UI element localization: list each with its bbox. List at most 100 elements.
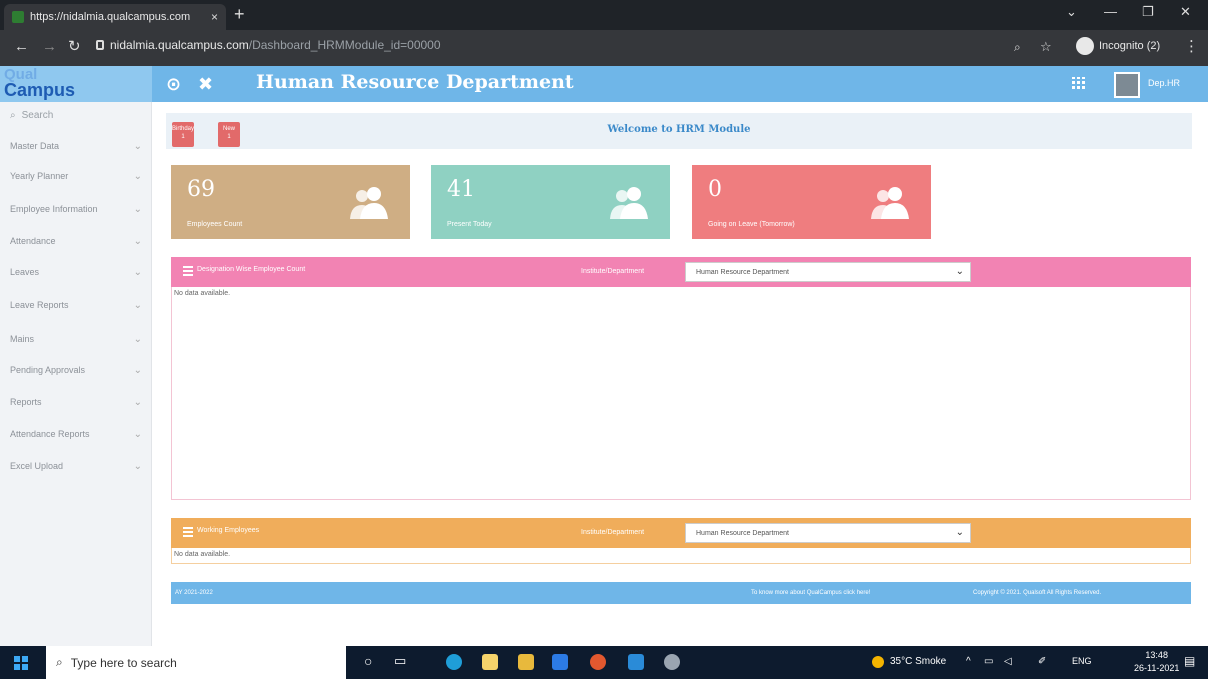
file-explorer-icon[interactable] xyxy=(518,654,534,670)
network-icon[interactable]: ▭ xyxy=(984,656,993,667)
windows-start-icon[interactable] xyxy=(14,656,28,670)
clock-date: 26-11-2021 xyxy=(1134,663,1180,673)
users-icon xyxy=(871,187,909,219)
chevron-down-icon: ⌄ xyxy=(955,266,964,277)
chevron-down-icon: ⌄ xyxy=(133,299,142,311)
browser-address-bar: ← → ↻ nidalmia.qualcampus.com/Dashboard_… xyxy=(0,30,1208,66)
toggle-menu-icon[interactable]: ⊙ xyxy=(166,74,181,94)
taskbar-search[interactable]: ⌕ Type here to search xyxy=(46,646,346,679)
forward-icon[interactable]: → xyxy=(42,39,57,55)
tab-close-icon[interactable]: × xyxy=(211,10,218,24)
search-icon: ⌕ xyxy=(10,110,16,121)
page-title: Human Resource Department xyxy=(256,71,574,93)
department-select[interactable]: Human Resource Department ⌄ xyxy=(685,523,971,543)
sidebar-item-leave-reports[interactable]: Leave Reports ⌄ xyxy=(0,295,152,315)
taskbar-search-input[interactable]: Type here to search xyxy=(71,656,177,670)
sidebar-item-pending-approvals[interactable]: Pending Approvals ⌄ xyxy=(0,360,152,380)
sidebar-item-master-data[interactable]: Master Data ⌄ xyxy=(0,136,152,156)
incognito-label: Incognito (2) xyxy=(1099,40,1161,52)
tab-search-chevron-icon[interactable]: ⌄ xyxy=(1066,4,1077,20)
incognito-icon xyxy=(1076,37,1094,55)
show-hidden-icon[interactable]: ^ xyxy=(966,656,971,667)
sidebar-item-label: Reports xyxy=(10,397,42,407)
chevron-down-icon: ⌄ xyxy=(133,460,142,472)
search-input[interactable]: Search xyxy=(22,110,54,121)
department-select-value: Human Resource Department xyxy=(696,269,789,276)
sidebar-item-mains[interactable]: Mains ⌄ xyxy=(0,329,152,349)
back-icon[interactable]: ← xyxy=(14,39,29,55)
settings-cross-icon[interactable]: ✖ xyxy=(198,74,213,94)
know-more-link[interactable]: To know more about QualCampus click here… xyxy=(751,590,870,596)
stat-value: 0 xyxy=(708,177,722,202)
sidebar-item-label: Attendance Reports xyxy=(10,429,90,439)
sidebar-item-reports[interactable]: Reports ⌄ xyxy=(0,392,152,412)
weather-icon[interactable] xyxy=(872,656,884,668)
new-tab-button[interactable]: + xyxy=(234,5,245,23)
department-select-value: Human Resource Department xyxy=(696,530,789,537)
panel-title: Designation Wise Employee Count xyxy=(197,266,306,273)
chevron-down-icon: ⌄ xyxy=(133,333,142,345)
logo-bottom-text: Campus xyxy=(4,80,76,100)
chevron-down-icon: ⌄ xyxy=(133,235,142,247)
stat-card-leave[interactable]: 0 Going on Leave (Tomorrow) xyxy=(692,165,931,239)
settings-app-icon[interactable] xyxy=(664,654,680,670)
cortana-icon[interactable]: ○ xyxy=(364,653,372,669)
pen-icon[interactable]: ✐ xyxy=(1038,656,1046,667)
sidebar-item-attendance[interactable]: Attendance ⌄ xyxy=(0,231,152,251)
sidebar-item-excel-upload[interactable]: Excel Upload ⌄ xyxy=(0,456,152,476)
designation-panel-header: Designation Wise Employee Count Institut… xyxy=(171,257,1191,287)
working-panel-body: No data available. xyxy=(171,548,1191,564)
avatar[interactable] xyxy=(1114,72,1140,98)
notifications-icon[interactable]: ▤ xyxy=(1184,654,1195,668)
clock[interactable]: 13:48 26-11-2021 xyxy=(1134,649,1179,675)
word-icon[interactable] xyxy=(628,654,644,670)
stat-label: Going on Leave (Tomorrow) xyxy=(708,221,795,228)
browser-tab[interactable]: https://nidalmia.qualcampus.com × xyxy=(4,4,226,30)
academic-year: AY 2021-2022 xyxy=(175,590,213,596)
windows-taskbar: ⌕ Type here to search ○ ▭ 35°C Smoke ^ ▭… xyxy=(0,646,1208,679)
users-group-icon xyxy=(350,187,388,219)
qualcampus-logo[interactable]: Qual Campus xyxy=(0,66,152,102)
stat-card-employees[interactable]: 69 Employees Count xyxy=(171,165,410,239)
working-employees-panel: Working Employees Institute/Department H… xyxy=(171,518,1191,564)
sidebar-item-label: Excel Upload xyxy=(10,461,64,471)
sidebar-item-employee-information[interactable]: Employee Information ⌄ xyxy=(0,199,152,219)
stat-card-present[interactable]: 41 Present Today xyxy=(431,165,670,239)
language-indicator[interactable]: ENG xyxy=(1072,656,1092,666)
browser-menu-icon[interactable]: ⋮ xyxy=(1184,39,1199,55)
weather-text[interactable]: 35°C Smoke xyxy=(890,656,946,667)
zoom-icon[interactable]: ⌕ xyxy=(1014,39,1021,55)
minimize-icon[interactable]: — xyxy=(1104,4,1117,19)
sidebar-search[interactable]: ⌕ Search xyxy=(10,110,53,121)
bookmark-star-icon[interactable]: ☆ xyxy=(1040,39,1052,55)
maximize-icon[interactable]: ❐ xyxy=(1142,4,1154,20)
url-path: /Dashboard_HRMModule_id=00000 xyxy=(248,38,441,52)
sidebar-item-leaves[interactable]: Leaves ⌄ xyxy=(0,262,152,282)
volume-icon[interactable]: ◁ xyxy=(1004,656,1012,667)
chevron-down-icon: ⌄ xyxy=(955,527,964,538)
task-view-icon[interactable]: ▭ xyxy=(394,653,406,669)
apps-grid-icon[interactable] xyxy=(1072,77,1086,91)
designation-panel: Designation Wise Employee Count Institut… xyxy=(171,257,1191,500)
reload-icon[interactable]: ↻ xyxy=(68,39,81,55)
sidebar-item-yearly-planner[interactable]: Yearly Planner ⌄ xyxy=(0,166,152,186)
sidebar-item-attendance-reports[interactable]: Attendance Reports ⌄ xyxy=(0,424,152,444)
clock-time: 13:48 xyxy=(1145,650,1168,660)
store-icon[interactable] xyxy=(482,654,498,670)
chevron-down-icon: ⌄ xyxy=(133,396,142,408)
incognito-profile-button[interactable]: Incognito (2) xyxy=(1076,37,1160,55)
tab-title: https://nidalmia.qualcampus.com xyxy=(30,11,191,23)
stat-value: 69 xyxy=(187,177,215,202)
sidebar-item-label: Leave Reports xyxy=(10,300,69,310)
panel-title: Working Employees xyxy=(197,527,260,534)
chrome-icon[interactable] xyxy=(590,654,606,670)
edge-icon[interactable] xyxy=(446,654,462,670)
stat-label: Employees Count xyxy=(187,221,243,228)
close-window-icon[interactable]: ✕ xyxy=(1180,4,1191,20)
url-field[interactable]: nidalmia.qualcampus.com/Dashboard_HRMMod… xyxy=(110,38,441,52)
mail-icon[interactable] xyxy=(552,654,568,670)
sidebar-item-label: Pending Approvals xyxy=(10,365,86,375)
chevron-down-icon: ⌄ xyxy=(133,364,142,376)
department-select[interactable]: Human Resource Department ⌄ xyxy=(685,262,971,282)
user-name[interactable]: Dep.HR xyxy=(1148,78,1180,88)
